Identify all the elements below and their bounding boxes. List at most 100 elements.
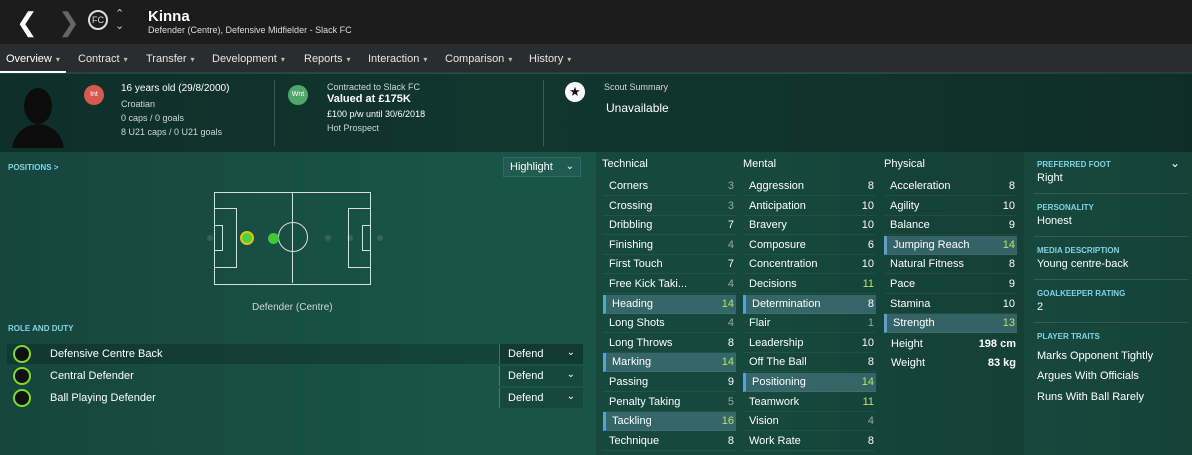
tab-reports[interactable]: Reports ▾ (304, 44, 351, 73)
attribute-value: 3 (727, 199, 734, 212)
chevron-down-icon: ▾ (190, 55, 195, 64)
player-value: Valued at £175K (327, 93, 411, 105)
attribute-name: First Touch (609, 258, 663, 271)
positions-link[interactable]: POSITIONS > (8, 163, 58, 172)
role-row[interactable]: Ball Playing Defender Defend ⌄ (7, 388, 583, 408)
attribute-name: Natural Fitness (890, 258, 964, 271)
chevron-down-icon: ▾ (567, 55, 572, 64)
attribute-name: Technique (609, 434, 660, 447)
attribute-name: Anticipation (749, 199, 806, 212)
attribute-row: Crossing 3 (603, 197, 736, 216)
player-subtitle: Defender (Centre), Defensive Midfielder … (148, 25, 352, 35)
attribute-value: 4 (867, 415, 874, 428)
attribute-name: Balance (890, 219, 930, 232)
tab-contract[interactable]: Contract ▾ (78, 44, 128, 73)
weight-row: Weight 83 kg (891, 357, 1016, 369)
attribute-name: Composure (749, 238, 806, 251)
prospect-status: Hot Prospect (327, 123, 380, 133)
preferred-foot: Right (1037, 172, 1063, 184)
tab-overview[interactable]: Overview ▾ (0, 44, 66, 73)
attribute-row: Natural Fitness 8 (884, 255, 1017, 275)
contract-club: Contracted to Slack FC (327, 82, 421, 92)
chevron-down-icon[interactable]: ⌄ (1170, 156, 1180, 170)
attribute-value: 1 (867, 317, 874, 330)
chevron-down-icon: ⌄ (566, 369, 575, 380)
attribute-name: Marking (612, 356, 652, 369)
role-row[interactable]: Defensive Centre Back Defend ⌄ (7, 344, 583, 364)
personality: Honest (1037, 215, 1072, 227)
chevron-down-icon: ▾ (123, 55, 128, 64)
goalkeeper-rating: 2 (1037, 301, 1044, 313)
attribute-name: Leadership (749, 336, 804, 349)
tab-interaction[interactable]: Interaction ▾ (368, 44, 427, 73)
media-description-label: MEDIA DESCRIPTION (1037, 246, 1120, 255)
scout-summary-value: Unavailable (606, 101, 669, 115)
preferred-foot-label: PREFERRED FOOT (1037, 160, 1111, 169)
attribute-row: Jumping Reach 14 (884, 235, 1017, 255)
highlight-dropdown[interactable]: Highlight ⌄ (503, 157, 581, 177)
attribute-row: Positioning 14 (743, 373, 876, 392)
attribute-row: Technique 8 (603, 432, 736, 451)
attribute-value: 8 (867, 356, 874, 369)
attribute-name: Free Kick Taki... (609, 278, 688, 290)
attribute-value: 9 (1008, 219, 1015, 232)
tab-bar: Overview ▾ Contract ▾ Transfer ▾ Developmen… (0, 44, 1192, 73)
attribute-name: Acceleration (890, 180, 951, 192)
attribute-name: Corners (609, 180, 649, 192)
attribute-row: Teamwork 11 (743, 393, 876, 412)
trait-item: Argues With Officials (1037, 370, 1139, 382)
attribute-value: 10 (1002, 297, 1015, 310)
attribute-row: Decisions 11 (743, 275, 876, 294)
technical-header: Technical (602, 158, 648, 170)
attribute-row: Off The Ball 8 (743, 353, 876, 373)
attribute-row: Long Throws 8 (603, 334, 736, 353)
attribute-row: Balance 9 (884, 216, 1017, 236)
attribute-row: Finishing 4 (603, 236, 736, 255)
chevron-down-icon: ⌄ (566, 347, 575, 358)
duty-dropdown[interactable]: Defend ⌄ (499, 366, 583, 386)
attribute-value: 4 (727, 317, 734, 330)
attribute-name: Long Throws (609, 336, 673, 349)
role-icon (13, 345, 31, 363)
attribute-row: Dribbling 7 (603, 216, 736, 236)
attribute-name: Teamwork (749, 395, 800, 408)
club-badge-icon[interactable]: FC (88, 10, 108, 30)
attribute-row: Leadership 10 (743, 334, 876, 353)
player-cycle-icon[interactable]: ⌃ ⌄ (115, 8, 124, 32)
role-row[interactable]: Central Defender Defend ⌄ (7, 366, 583, 386)
attribute-value: 8 (727, 434, 734, 447)
trait-item: Runs With Ball Rarely (1037, 391, 1144, 403)
personality-label: PERSONALITY (1037, 203, 1094, 212)
attribute-name: Heading (612, 297, 653, 310)
attribute-value: 10 (1002, 199, 1015, 212)
tab-development[interactable]: Development ▾ (212, 44, 285, 73)
u21-caps: 8 U21 caps / 0 U21 goals (121, 127, 223, 137)
attribute-name: Decisions (749, 278, 797, 290)
role-icon (13, 367, 31, 385)
tab-transfer[interactable]: Transfer ▾ (146, 44, 195, 73)
mental-header: Mental (743, 158, 777, 170)
attribute-name: Strength (893, 317, 935, 330)
attribute-row: Penalty Taking 5 (603, 393, 736, 412)
wage: £100 p/w until 30/6/2018 (327, 109, 426, 119)
nationality: Croatian (121, 99, 156, 109)
player-info-sidebar: PREFERRED FOOT ⌄ Right PERSONALITY Hones… (1030, 152, 1192, 455)
tab-comparison[interactable]: Comparison ▾ (445, 44, 512, 73)
attribute-value: 11 (862, 395, 874, 408)
tab-history[interactable]: History ▾ (529, 44, 571, 73)
chevron-down-icon: ▾ (423, 55, 428, 64)
forward-icon[interactable]: ❯ (58, 9, 80, 35)
attribute-row: Agility 10 (884, 197, 1017, 216)
attribute-row: Corners 3 (603, 177, 736, 196)
back-icon[interactable]: ❮ (16, 9, 38, 35)
attribute-value: 14 (861, 376, 874, 388)
attribute-name: Vision (749, 415, 779, 428)
caps: 0 caps / 0 goals (121, 113, 185, 123)
height-row: Height 198 cm (891, 338, 1016, 350)
wanted-badge: Wnt (288, 85, 308, 105)
attribute-value: 4 (727, 278, 734, 290)
duty-dropdown[interactable]: Defend ⌄ (499, 388, 583, 408)
duty-dropdown[interactable]: Defend ⌄ (499, 344, 583, 364)
player-header: Int 16 years old (29/8/2000) Croatian 0 … (0, 74, 1192, 152)
goalkeeper-rating-label: GOALKEEPER RATING (1037, 289, 1126, 298)
